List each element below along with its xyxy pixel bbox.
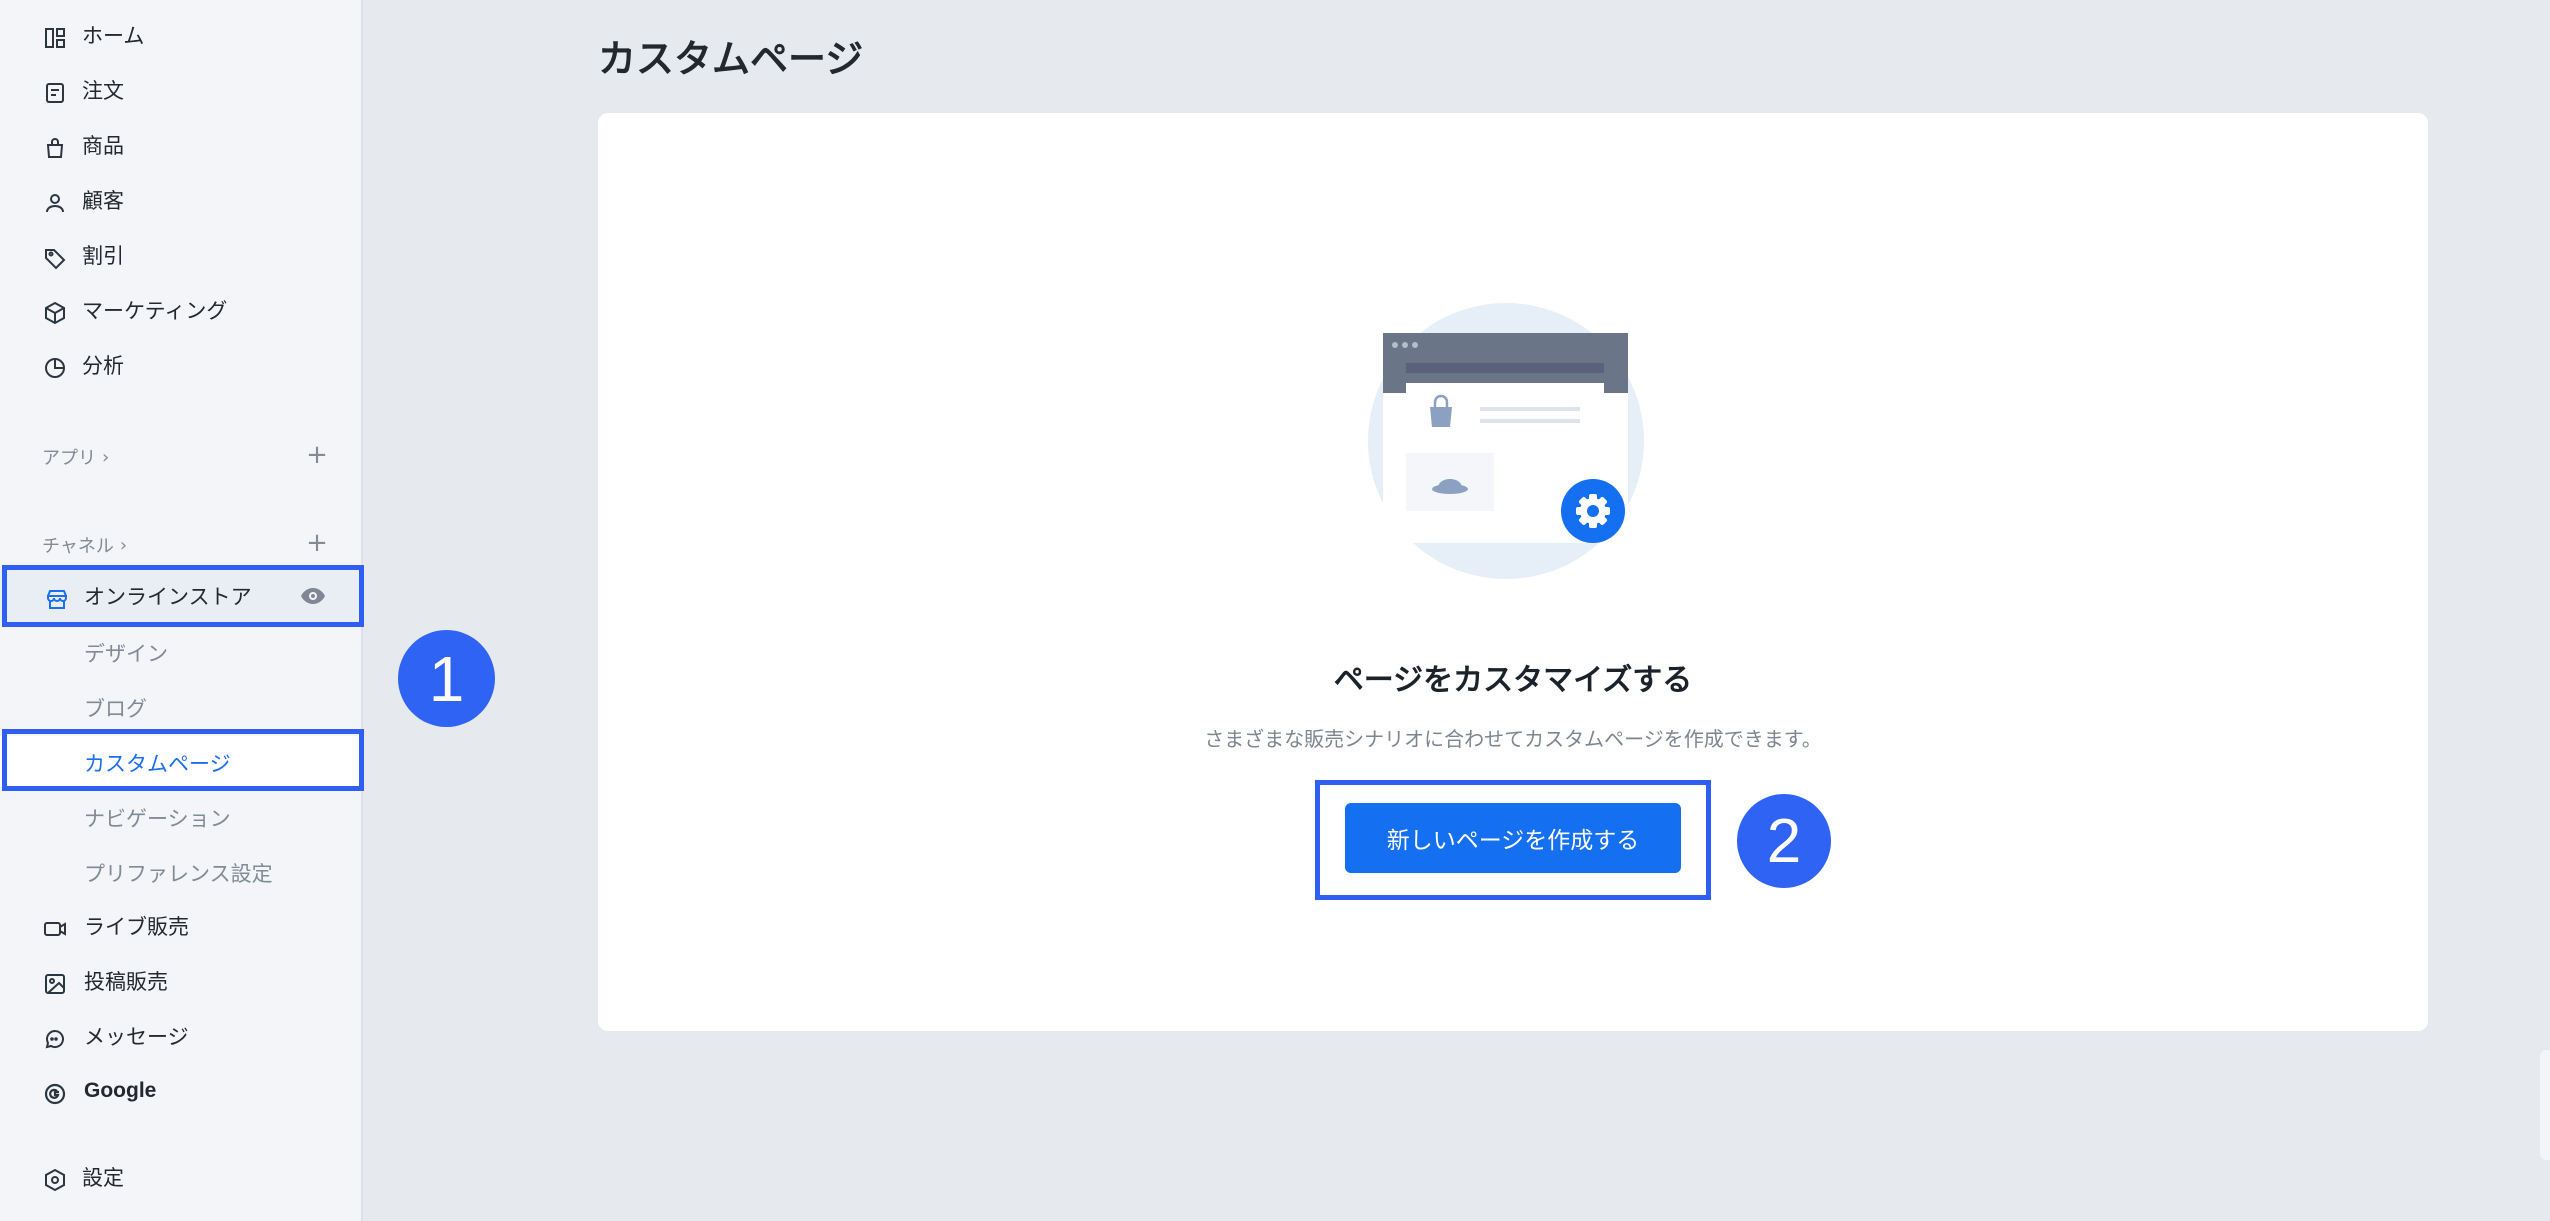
empty-state-title: ページをカスタマイズする — [1333, 663, 1693, 698]
sidebar-item-messages[interactable]: メッセージ — [0, 1009, 363, 1063]
create-new-page-button[interactable]: 新しいページを作成する — [1345, 803, 1681, 873]
sidebar-subitem-blog[interactable]: ブログ — [0, 681, 363, 731]
sidebar-item-analytics[interactable]: 分析 — [0, 338, 363, 392]
step-badge-2: 2 — [1737, 794, 1831, 888]
sidebar-item-label: メッセージ — [84, 1025, 189, 1049]
section-label: アプリ — [42, 448, 96, 469]
sidebar: ホーム 注文 商品 顧客 割引 マーケティング 分析 アプリ › + チャネル … — [0, 0, 364, 1221]
step-badge-1: 1 — [398, 630, 495, 727]
pie-chart-icon — [42, 355, 68, 381]
sidebar-item-customers[interactable]: 顧客 — [0, 173, 363, 227]
sidebar-item-label: 注文 — [82, 79, 124, 103]
sidebar-item-label: プリファレンス設定 — [84, 862, 273, 886]
sidebar-item-label: ホーム — [82, 24, 145, 48]
sidebar-item-label: オンラインストア — [84, 585, 252, 609]
video-camera-icon — [42, 916, 68, 942]
add-channel-button[interactable]: + — [305, 530, 329, 556]
sidebar-subitem-navigation[interactable]: ナビゲーション — [0, 791, 363, 841]
sidebar-item-label: デザイン — [84, 642, 168, 666]
sidebar-item-post-selling[interactable]: 投稿販売 — [0, 954, 363, 1008]
sidebar-subitem-custom-pages[interactable]: カスタムページ — [0, 736, 363, 786]
sidebar-subitem-preferences[interactable]: プリファレンス設定 — [0, 846, 363, 896]
sidebar-item-label: マーケティング — [82, 299, 228, 323]
sidebar-item-settings[interactable]: 設定 — [0, 1150, 363, 1204]
sidebar-item-label: ナビゲーション — [84, 807, 231, 831]
sidebar-item-live-selling[interactable]: ライブ販売 — [0, 899, 363, 953]
sidebar-item-marketing[interactable]: マーケティング — [0, 283, 363, 337]
scrollbar-edge[interactable] — [2540, 1050, 2550, 1160]
sidebar-item-google[interactable]: Google — [0, 1064, 363, 1118]
apps-section-header[interactable]: アプリ › — [42, 444, 109, 470]
eye-icon[interactable] — [299, 584, 327, 608]
section-label: チャネル — [42, 536, 114, 557]
cube-icon — [42, 300, 68, 326]
empty-state-card: ページをカスタマイズする さまざまな販売シナリオに合わせてカスタムページを作成で… — [598, 113, 2428, 1031]
order-document-icon — [42, 80, 68, 106]
google-icon — [42, 1081, 68, 1107]
home-dashboard-icon — [42, 25, 68, 51]
sidebar-subitem-design[interactable]: デザイン — [0, 626, 363, 676]
sidebar-item-label: 投稿販売 — [84, 970, 168, 994]
chevron-right-icon: › — [119, 534, 128, 556]
chat-bubble-icon — [42, 1026, 68, 1052]
sidebar-item-label: ブログ — [84, 697, 147, 721]
settings-hex-icon — [42, 1167, 68, 1193]
sidebar-item-label: 分析 — [82, 354, 124, 378]
empty-state-description: さまざまな販売シナリオに合わせてカスタムページを作成できます。 — [1204, 727, 1822, 751]
sidebar-item-online-store[interactable]: オンラインストア — [0, 569, 363, 623]
sidebar-item-discounts[interactable]: 割引 — [0, 228, 363, 282]
sidebar-item-home[interactable]: ホーム — [0, 8, 363, 62]
tag-icon — [42, 245, 68, 271]
sidebar-item-label: 割引 — [82, 244, 124, 268]
storefront-icon — [44, 586, 70, 612]
sidebar-item-label: 商品 — [82, 134, 124, 158]
sidebar-item-label: Google — [84, 1079, 157, 1102]
add-app-button[interactable]: + — [305, 442, 329, 468]
sidebar-item-label: カスタムページ — [84, 752, 231, 776]
custom-page-illustration-icon — [1368, 303, 1644, 579]
person-icon — [42, 190, 68, 216]
image-post-icon — [42, 971, 68, 997]
sidebar-item-label: 設定 — [82, 1166, 124, 1190]
sidebar-item-orders[interactable]: 注文 — [0, 63, 363, 117]
page-title: カスタムページ — [598, 37, 864, 81]
shopping-bag-icon — [42, 135, 68, 161]
channels-section-header[interactable]: チャネル › — [42, 532, 127, 558]
sidebar-item-products[interactable]: 商品 — [0, 118, 363, 172]
chevron-right-icon: › — [102, 446, 110, 468]
sidebar-item-label: ライブ販売 — [84, 915, 189, 939]
sidebar-item-label: 顧客 — [82, 189, 124, 213]
